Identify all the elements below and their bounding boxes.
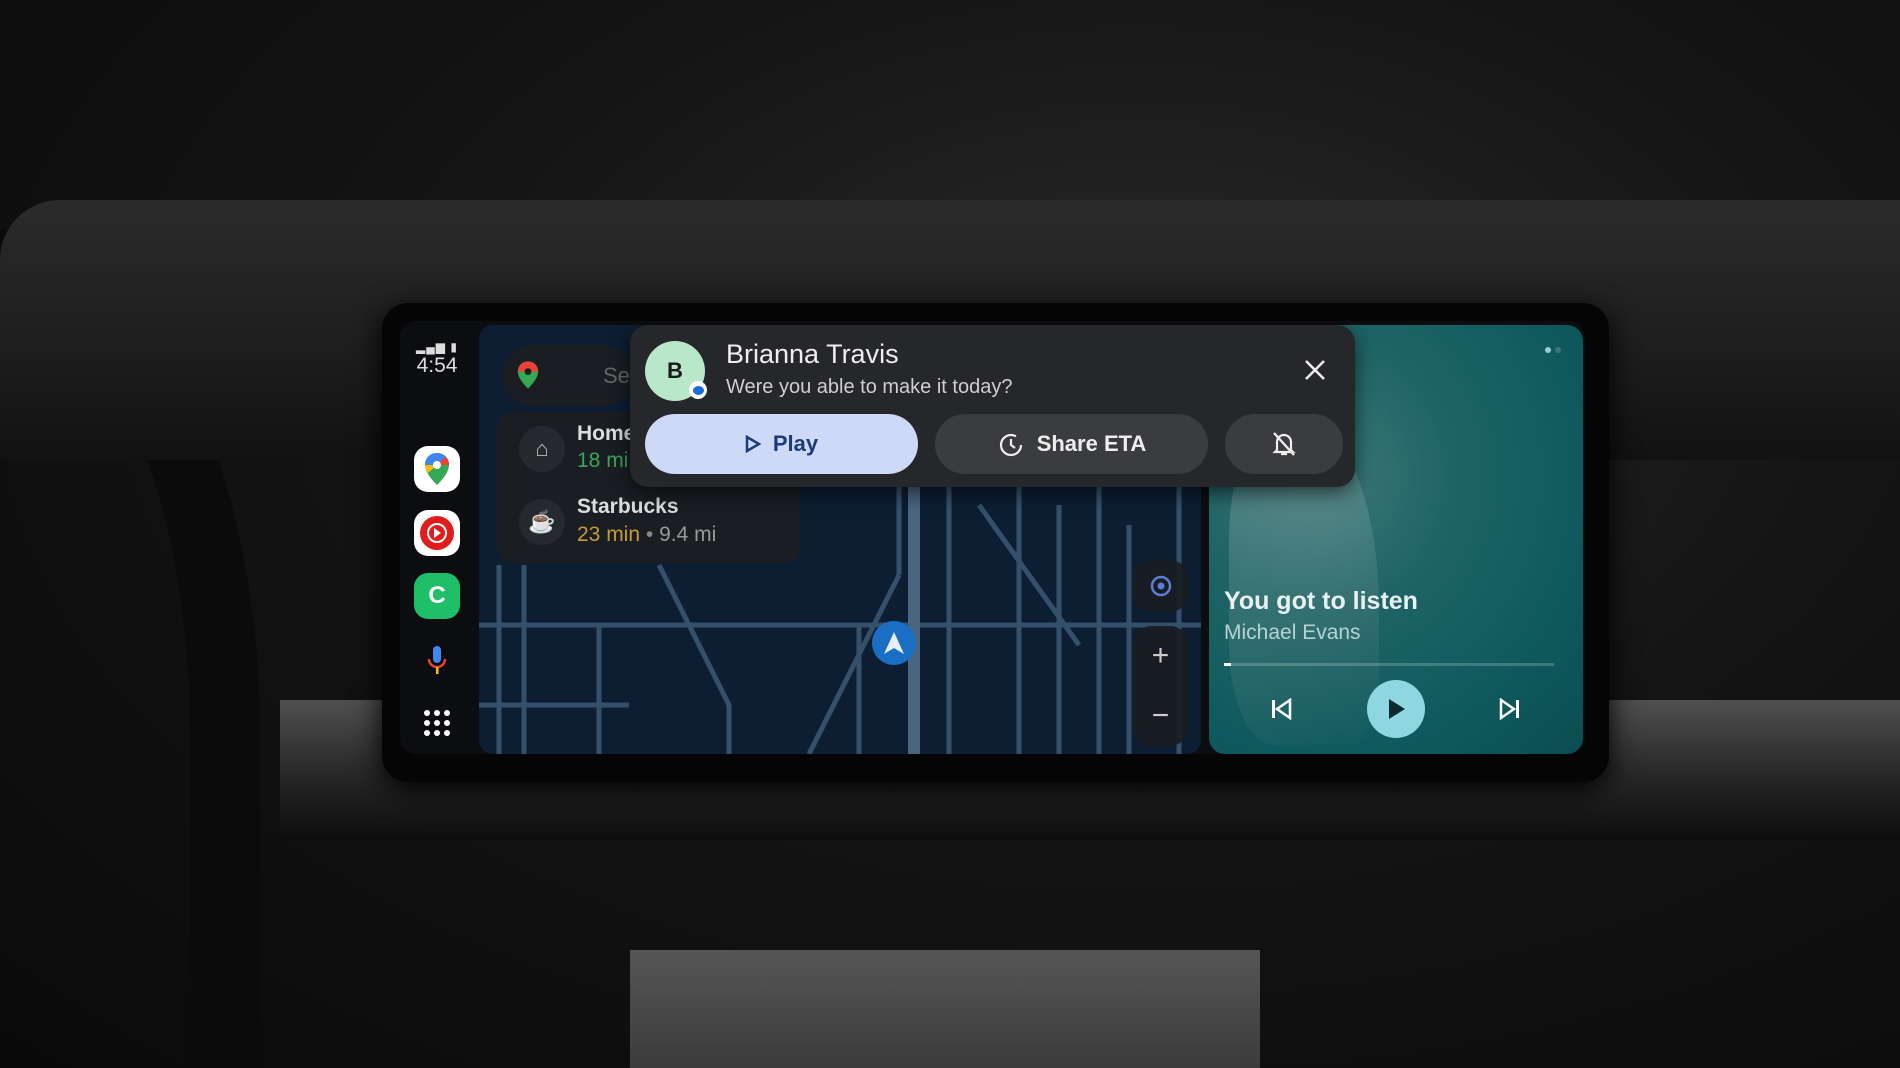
avatar: B <box>645 341 707 401</box>
play-icon <box>745 435 761 453</box>
close-button[interactable] <box>1295 350 1335 390</box>
share-eta-label: Share ETA <box>1036 431 1147 456</box>
maps-app-button[interactable] <box>414 446 460 492</box>
recenter-icon <box>1150 575 1171 597</box>
message-app-badge-icon <box>689 381 707 399</box>
avatar-letter: B <box>667 358 683 383</box>
play-label: Play <box>772 431 819 456</box>
play-pause-button[interactable] <box>1367 680 1425 738</box>
previous-button[interactable] <box>1263 690 1299 728</box>
suggestion-starbucks[interactable]: ☕ Starbucks 23 min • 9.4 mi <box>497 487 800 562</box>
youtube-music-app-button[interactable] <box>414 510 460 556</box>
minus-icon: − <box>1151 699 1170 732</box>
progress-bar[interactable] <box>1224 663 1554 666</box>
message-text: Were you able to make it today? <box>726 376 1013 398</box>
progress-fill <box>1224 663 1231 666</box>
suggestion-title: Starbucks <box>577 495 679 518</box>
separator: • <box>645 523 654 546</box>
grid-icon <box>424 710 450 736</box>
suggestion-eta: 18 mi <box>577 449 629 472</box>
notifications-off-icon <box>1272 432 1296 456</box>
page-indicator <box>1545 347 1561 353</box>
suggestion-title: Home <box>577 422 636 445</box>
sender-name: Brianna Travis <box>726 339 899 369</box>
current-location-arrow <box>872 621 916 665</box>
close-icon <box>1305 360 1325 380</box>
play-icon <box>1389 699 1405 719</box>
search-placeholder: Se <box>603 363 630 388</box>
mic-icon <box>427 646 447 674</box>
phone-icon: C <box>428 582 446 609</box>
skip-previous-icon <box>1272 698 1292 720</box>
phone-app-button[interactable]: C <box>414 573 460 619</box>
app-launcher-button[interactable] <box>414 700 460 746</box>
suggestion-distance: 9.4 mi <box>659 523 717 546</box>
play-message-button[interactable]: Play <box>645 414 918 474</box>
share-eta-icon <box>999 433 1022 457</box>
song-title: You got to listen <box>1224 587 1418 615</box>
home-icon: ⌂ <box>519 426 565 472</box>
maps-icon <box>517 361 539 389</box>
search-bar[interactable]: Se <box>503 345 633 406</box>
clock: 4:54 <box>416 354 458 377</box>
plus-icon: + <box>1151 639 1170 672</box>
mute-conversation-button[interactable] <box>1225 414 1343 474</box>
zoom-out-button[interactable]: − <box>1133 686 1188 746</box>
zoom-in-button[interactable]: + <box>1133 626 1188 686</box>
assistant-mic-button[interactable] <box>414 637 460 683</box>
navigation-arrow-icon <box>884 632 904 654</box>
suggestion-details: 23 min • 9.4 mi <box>577 523 716 547</box>
song-artist: Michael Evans <box>1224 621 1361 644</box>
coffee-icon: ☕ <box>519 499 565 545</box>
message-notification[interactable]: B Brianna Travis Were you able to make i… <box>630 325 1355 487</box>
console <box>630 950 1260 1068</box>
signal-battery-icon: ▂▄▆ ▮ <box>416 340 458 354</box>
recenter-button[interactable] <box>1133 560 1188 612</box>
status-area: ▂▄▆ ▮ 4:54 <box>414 340 460 378</box>
next-button[interactable] <box>1492 690 1528 728</box>
share-eta-button[interactable]: Share ETA <box>935 414 1208 474</box>
maps-icon <box>425 453 449 485</box>
skip-next-icon <box>1499 698 1519 720</box>
suggestion-eta: 23 min <box>577 523 641 546</box>
youtube-music-icon <box>420 516 454 550</box>
